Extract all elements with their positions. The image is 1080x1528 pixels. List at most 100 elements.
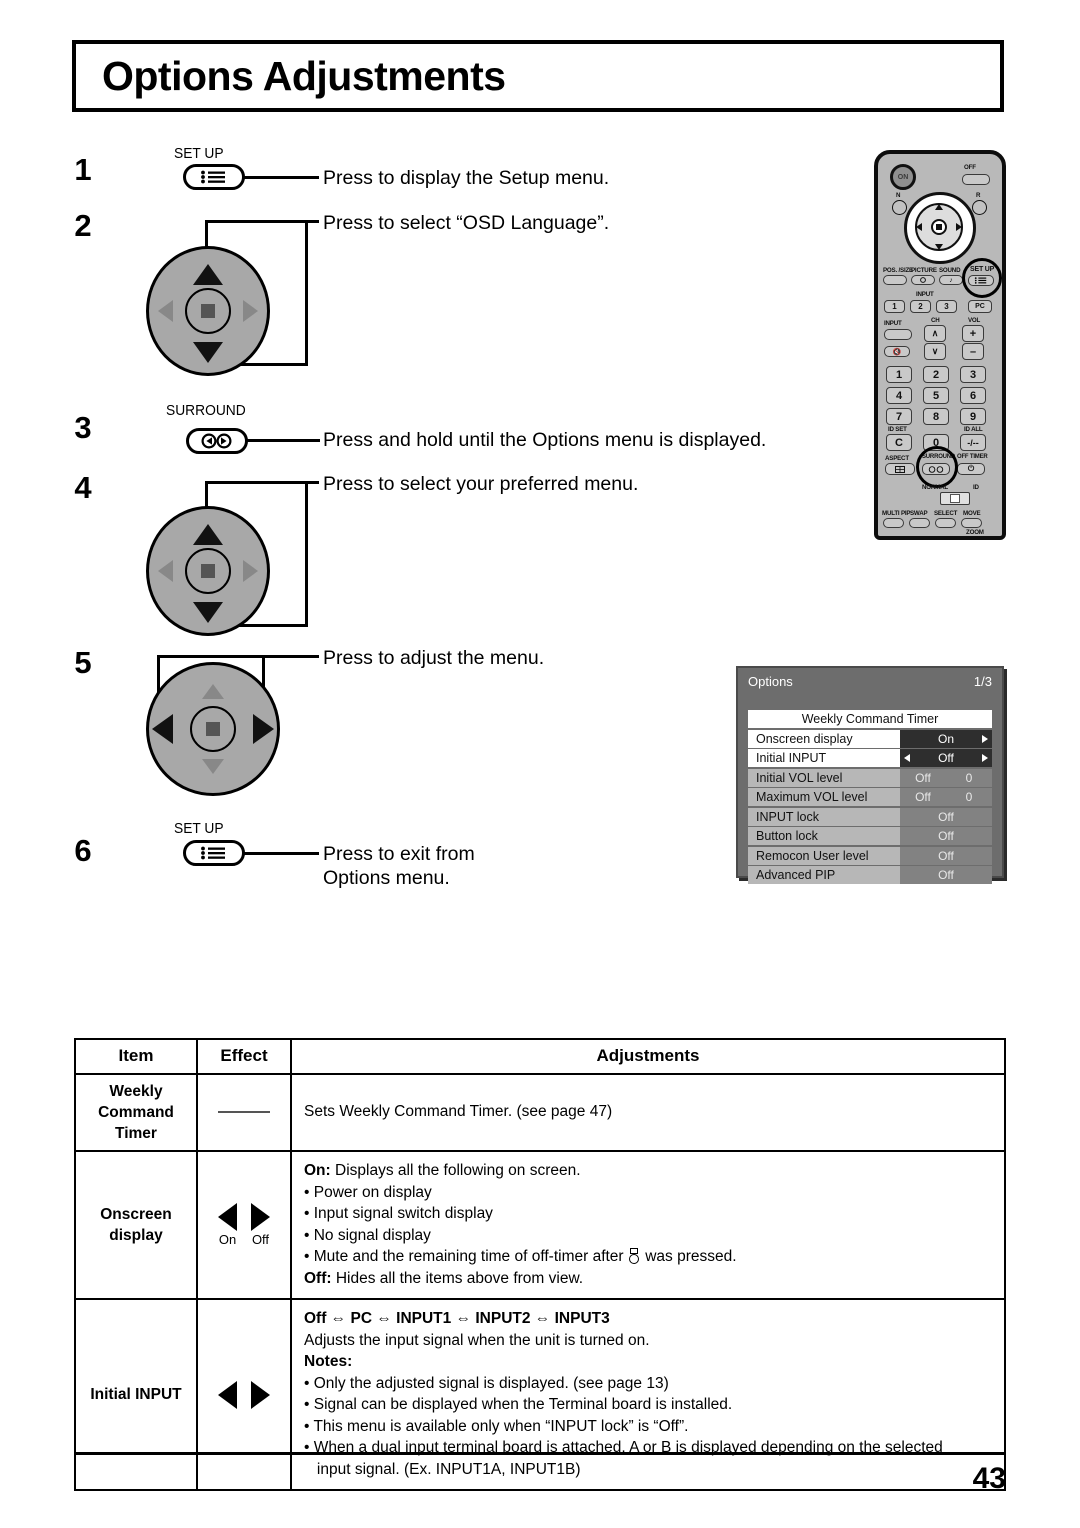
nav-pad-4[interactable] [146,506,270,636]
vol-up-button[interactable]: + [962,325,984,342]
chevron-right-icon[interactable] [982,734,988,743]
vol-down-button[interactable]: – [962,343,984,360]
id-slide-switch[interactable] [940,492,970,505]
osd-row-value-box[interactable]: Off [900,749,992,767]
normal-label: NORMAL [922,484,948,491]
r-button[interactable] [972,200,987,215]
osd-row-value-box[interactable]: Off 0 [900,788,992,806]
r-label: R [976,192,981,199]
remote-enter-button[interactable] [931,219,947,235]
osd-row-onscreen-display[interactable]: Onscreen display On [748,729,992,748]
remote-right-arrow[interactable] [956,223,962,231]
nav-pad-5[interactable] [146,662,280,796]
remote-up-arrow[interactable] [935,204,943,210]
numpad-key-4[interactable]: 4 [886,387,912,404]
page-title-box: Options Adjustments [72,40,1004,112]
osd-row-initial-input[interactable]: Initial INPUT Off [748,749,992,767]
osd-row-remocon-user-level[interactable]: Remocon User level Off [748,846,992,865]
leader-line-6 [243,852,319,855]
nav-pad-right-arrow[interactable] [243,300,258,322]
nav-pad-enter-button[interactable] [185,548,231,594]
input-key-1[interactable]: 1 [884,300,905,313]
table-row: Onscreen display On Off On: Displays all… [74,1150,1006,1300]
nav-pad-down-arrow[interactable] [193,342,223,363]
id-set-label: ID SET [888,426,907,433]
osd-row-value-box[interactable]: On [900,729,992,748]
osd-row-value-box[interactable]: Off [900,807,992,826]
osd-row-value-box[interactable]: Off 0 [900,768,992,787]
aspect-button[interactable] [885,463,915,475]
nav-pad-down-arrow[interactable] [193,602,223,623]
off-heading: Off: [304,1269,332,1287]
nav-pad-right-arrow[interactable] [243,560,258,582]
remote-nav-pad[interactable] [904,192,976,264]
osd-row-value-box[interactable]: Off [900,846,992,865]
power-off-button[interactable] [962,174,990,185]
osd-row-input-lock[interactable]: INPUT lock Off [748,807,992,826]
numpad-key-8[interactable]: 8 [923,408,949,425]
step-text-6-line2: Options menu. [323,867,450,889]
mute-text-post: was pressed. [645,1248,737,1265]
input-button-label: INPUT [884,320,902,327]
osd-row-advanced-pip[interactable]: Advanced PIP Off [748,866,992,884]
numpad-key-dash[interactable]: -/-- [960,434,986,451]
table-row: Initial INPUT Off ⇔ PC ⇔ INPUT1 ⇔ INPUT2… [74,1298,1006,1491]
pos-size-button[interactable] [883,275,907,285]
nav-pad-left-arrow[interactable] [158,300,173,322]
ch-up-button[interactable]: ∧ [924,325,946,342]
numpad-key-9[interactable]: 9 [960,408,986,425]
move-button[interactable] [961,518,982,528]
numpad-key-7[interactable]: 7 [886,408,912,425]
nav-pad-enter-button[interactable] [190,706,236,752]
osd-row-value: Off [938,829,954,843]
osd-row-label: Weekly Command Timer [748,710,992,728]
numpad-key-1[interactable]: 1 [886,366,912,383]
setup-menu-icon-6[interactable] [183,840,245,866]
mute-button[interactable]: 🔇 [884,346,910,357]
nav-pad-2[interactable] [146,246,270,376]
sound-button[interactable]: ♪ [939,275,963,285]
multi-pip-button[interactable] [883,518,904,528]
nav-pad-down-arrow[interactable] [202,759,224,774]
input-key-2[interactable]: 2 [910,300,931,313]
osd-row-maximum-vol-level[interactable]: Maximum VOL level Off 0 [748,788,992,806]
osd-row-value-box[interactable]: Off [900,866,992,884]
osd-row-weekly-command-timer[interactable]: Weekly Command Timer [748,710,992,728]
nav-pad-up-arrow[interactable] [202,684,224,699]
input-button[interactable] [884,329,912,340]
numpad-key-5[interactable]: 5 [923,387,949,404]
remote-left-arrow[interactable] [916,223,922,231]
picture-button[interactable] [911,275,935,285]
swap-button[interactable] [909,518,930,528]
osd-row-initial-vol-level[interactable]: Initial VOL level Off 0 [748,768,992,787]
osd-row-button-lock[interactable]: Button lock Off [748,827,992,845]
nav-pad-up-arrow[interactable] [193,524,223,545]
osd-row-value-box[interactable]: Off [900,827,992,845]
step-text-5: Press to adjust the menu. [323,647,545,669]
input-key-3[interactable]: 3 [936,300,957,313]
nav-pad-left-arrow[interactable] [152,714,173,744]
surround-icon[interactable] [186,428,248,454]
move-label: MOVE [963,510,981,517]
list-item: • Signal can be displayed when the Termi… [304,1396,733,1413]
osd-row-list: Weekly Command Timer Onscreen display On… [748,710,992,886]
n-button[interactable] [892,200,907,215]
nav-pad-left-arrow[interactable] [158,560,173,582]
nav-pad-enter-button[interactable] [185,288,231,334]
osd-row-label: Onscreen display [748,729,900,748]
numpad-key-3[interactable]: 3 [960,366,986,383]
setup-menu-icon-1[interactable] [183,164,245,190]
power-on-button[interactable]: ON [890,164,916,190]
numpad-key-6[interactable]: 6 [960,387,986,404]
input-key-pc[interactable]: PC [968,300,992,313]
nav-pad-right-arrow[interactable] [253,714,274,744]
numpad-key-c[interactable]: C [886,434,912,451]
nav-pad-up-arrow[interactable] [193,264,223,285]
select-button[interactable] [935,518,956,528]
off-timer-button[interactable]: ⏻ [957,463,985,475]
chevron-left-icon[interactable] [904,754,910,762]
numpad-key-2[interactable]: 2 [923,366,949,383]
remote-down-arrow[interactable] [935,244,943,250]
chevron-right-icon[interactable] [982,754,988,762]
ch-down-button[interactable]: ∨ [924,343,946,360]
